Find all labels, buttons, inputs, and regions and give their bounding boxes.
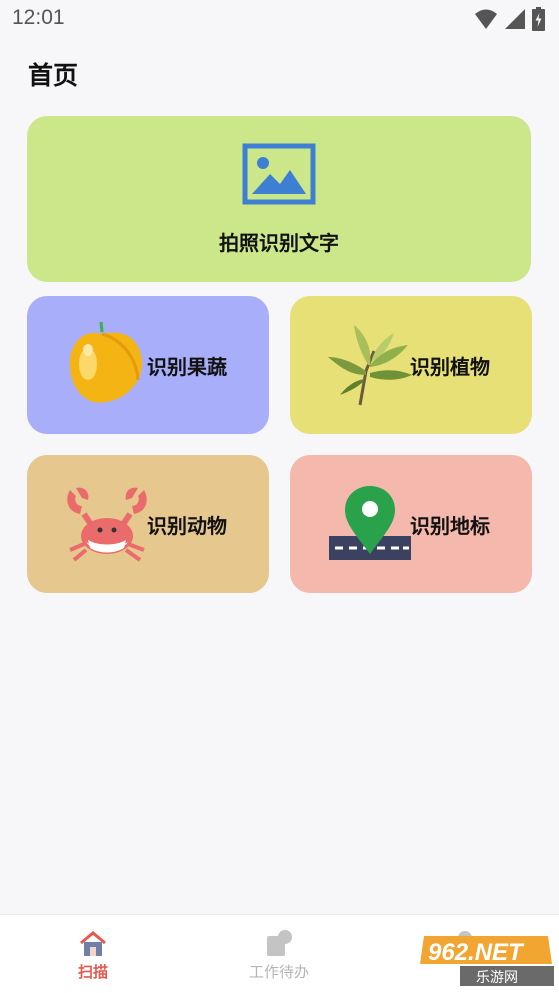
photo-text-card[interactable]: 拍照识别文字 [27,116,531,282]
tab-todo[interactable]: 工作待办 [186,915,372,993]
battery-icon [532,7,545,31]
map-pin-icon [324,478,416,570]
wifi-icon [475,9,497,29]
tab-scan-label: 扫描 [77,963,108,981]
status-bar: 12:01 [0,0,559,38]
landmark-label: 识别地标 [410,513,490,538]
home-icon [78,929,108,959]
animal-label: 识别动物 [147,513,227,538]
tab-todo-label: 工作待办 [248,963,309,981]
fruit-label: 识别果蔬 [147,354,227,379]
crab-icon [61,478,153,570]
status-time: 12:01 [12,6,65,29]
fruit-card[interactable]: 识别果蔬 [27,296,269,434]
svg-text:乐游网: 乐游网 [476,970,518,986]
landmark-card[interactable]: 识别地标 [290,455,532,593]
page-title: 首页 [28,61,79,90]
status-icons [474,7,545,31]
peach-icon [61,319,153,411]
photo-text-label: 拍照识别文字 [219,230,339,255]
todo-icon [264,929,294,959]
watermark-logo: 962.NET 乐游网 [416,934,556,988]
animal-card[interactable]: 识别动物 [27,455,269,593]
image-icon [242,143,316,204]
signal-icon [505,9,525,29]
leaf-icon [324,319,416,411]
plant-label: 识别植物 [410,354,490,379]
tab-scan[interactable]: 扫描 [0,915,186,993]
plant-card[interactable]: 识别植物 [290,296,532,434]
svg-text:962.NET: 962.NET [428,939,525,966]
